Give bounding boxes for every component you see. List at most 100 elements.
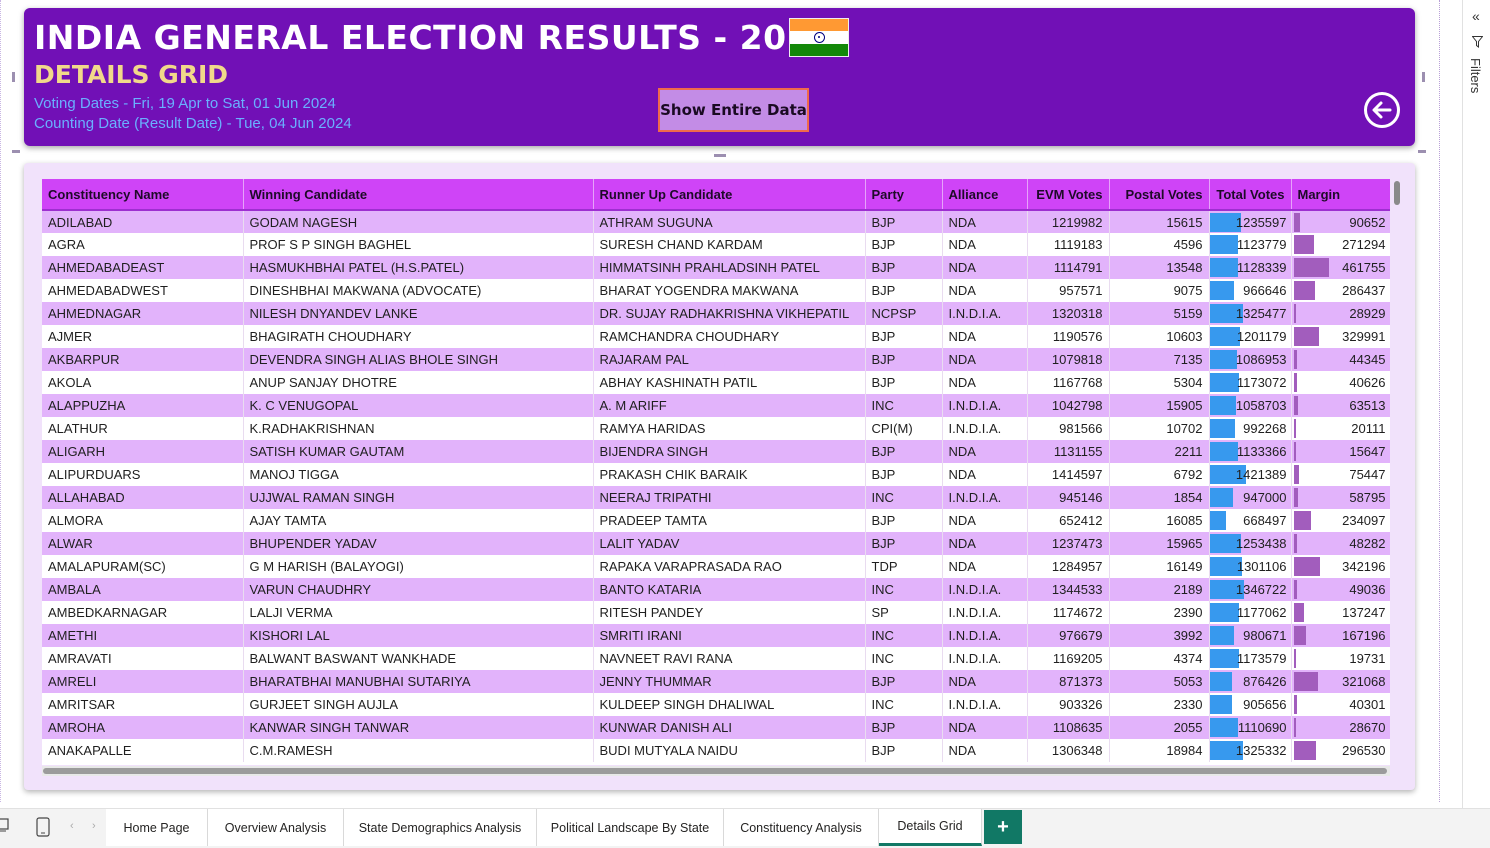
table-row[interactable]: AMRELI BHARATBHAI MANUBHAI SUTARIYA JENNY … — [42, 670, 1390, 693]
total-votes-bar — [1209, 419, 1235, 438]
chevron-right-icon[interactable]: › — [92, 820, 96, 832]
runner-up-candidate-cell: NEERAJ TRIPATHI — [593, 486, 866, 509]
table-row[interactable]: AKOLA ANUP SANJAY DHOTRE ABHAY KASHINATH P… — [42, 371, 1390, 394]
evm-votes-cell: 1190576 — [1027, 325, 1110, 348]
table-row[interactable]: AMRAVATI BALWANT BASWANT WANKHADE NAVNEET … — [42, 647, 1390, 670]
total-votes-cell: 1058703 — [1209, 394, 1292, 417]
margin-value: 137247 — [1342, 605, 1386, 620]
table-row[interactable]: ANAKAPALLE C.M.RAMESH BUDI MUTYALA NAIDU BJ… — [42, 739, 1390, 762]
total-votes-cell: 1133366 — [1209, 440, 1292, 463]
margin-value: 44345 — [1349, 352, 1386, 367]
postal-votes-cell: 2330 — [1109, 693, 1210, 716]
alliance-cell: NDA — [942, 348, 1028, 371]
column-header[interactable]: Total Votes — [1209, 179, 1292, 211]
filters-pane[interactable]: « Filters — [1462, 0, 1490, 808]
margin-value: 40626 — [1349, 375, 1386, 390]
margin-bar — [1293, 258, 1329, 277]
postal-votes-cell: 5159 — [1109, 302, 1210, 325]
evm-votes-cell: 903326 — [1027, 693, 1110, 716]
horizontal-scrollbar[interactable] — [42, 766, 1390, 776]
add-page-button[interactable]: + — [984, 810, 1022, 844]
margin-value: 28929 — [1349, 306, 1386, 321]
chevron-left-icon[interactable]: ‹ — [70, 820, 74, 832]
table-row[interactable]: AHMEDABADWEST DINESHBHAI MAKWANA (ADVOCAT… — [42, 279, 1390, 302]
column-header[interactable]: EVM Votes — [1027, 179, 1110, 211]
winning-candidate-cell: SATISH KUMAR GAUTAM — [243, 440, 594, 463]
table-row[interactable]: AHMEDABADEAST HASMUKHBHAI PATEL (H.S.PATE… — [42, 256, 1390, 279]
constituency-name-cell: ALLAHABAD — [42, 486, 244, 509]
back-arrow-button[interactable] — [1364, 92, 1400, 128]
table-body: ADILABAD GODAM NAGESH ATHRAM SUGUNA BJP NDA 1… — [42, 210, 1390, 762]
table-row[interactable]: ALATHUR K.RADHAKRISHNAN RAMYA HARIDAS CPI(M… — [42, 417, 1390, 440]
vertical-scrollbar[interactable] — [1392, 179, 1402, 765]
tab-political-landscape-by-state[interactable]: Political Landscape By State — [537, 809, 724, 846]
margin-value: 90652 — [1349, 214, 1386, 230]
column-header[interactable]: Runner Up Candidate — [593, 179, 866, 211]
constituency-name-cell: AGRA — [42, 233, 244, 256]
column-header[interactable]: Margin — [1291, 179, 1390, 211]
table-row[interactable]: ALIGARH SATISH KUMAR GAUTAM BIJENDRA SINGH… — [42, 440, 1390, 463]
table-row[interactable]: ALMORA AJAY TAMTA PRADEEP TAMTA BJP NDA 65241… — [42, 509, 1390, 532]
resize-handle[interactable] — [12, 150, 20, 153]
runner-up-candidate-cell: PRAKASH CHIK BARAIK — [593, 463, 866, 486]
table-row[interactable]: AMROHA KANWAR SINGH TANWAR KUNWAR DANISH A… — [42, 716, 1390, 739]
evm-votes-cell: 1284957 — [1027, 555, 1110, 578]
total-votes-cell: 1325477 — [1209, 302, 1292, 325]
tab-overview-analysis[interactable]: Overview Analysis — [208, 809, 344, 846]
party-cell: BJP — [865, 371, 943, 394]
table-row[interactable]: ALLAHABAD UJJWAL RAMAN SINGH NEERAJ TRIPAT… — [42, 486, 1390, 509]
table-row[interactable]: ALWAR BHUPENDER YADAV LALIT YADAV BJP NDA 123… — [42, 532, 1390, 555]
total-votes-value: 1173579 — [1236, 651, 1287, 666]
filters-label[interactable]: Filters — [1468, 58, 1483, 93]
table-row[interactable]: AGRA PROF S P SINGH BAGHEL SURESH CHAND KA… — [42, 233, 1390, 256]
table-row[interactable]: ALIPURDUARS MANOJ TIGGA PRAKASH CHIK BARAI… — [42, 463, 1390, 486]
winning-candidate-cell: ANUP SANJAY DHOTRE — [243, 371, 594, 394]
alliance-cell: NDA — [942, 210, 1028, 233]
constituency-name-cell: ALIGARH — [42, 440, 244, 463]
constituency-name-cell: ALIPURDUARS — [42, 463, 244, 486]
column-header[interactable]: Winning Candidate — [243, 179, 594, 211]
margin-cell: 167196 — [1291, 624, 1390, 647]
table-row[interactable]: ALAPPUZHA K. C VENUGOPAL A. M ARIFF INC I.N.… — [42, 394, 1390, 417]
table-row[interactable]: ADILABAD GODAM NAGESH ATHRAM SUGUNA BJP NDA 1… — [42, 210, 1390, 233]
scrollbar-thumb[interactable] — [43, 768, 1387, 774]
show-entire-data-button[interactable]: Show Entire Data — [658, 88, 809, 132]
table-row[interactable]: AHMEDNAGAR NILESH DNYANDEV LANKE DR. SUJAY… — [42, 302, 1390, 325]
scrollbar-thumb[interactable] — [1394, 181, 1400, 205]
mobile-layout-icon[interactable] — [36, 817, 50, 840]
table-row[interactable]: AMBALA VARUN CHAUDHRY BANTO KATARIA INC I.N.… — [42, 578, 1390, 601]
column-header[interactable]: Party — [865, 179, 943, 211]
resize-handle[interactable] — [1418, 150, 1426, 153]
tab-home-page[interactable]: Home Page — [106, 809, 208, 846]
margin-cell: 296530 — [1291, 739, 1390, 762]
column-header[interactable]: Alliance — [942, 179, 1028, 211]
tab-details-grid[interactable]: Details Grid — [879, 809, 982, 846]
margin-cell: 40301 — [1291, 693, 1390, 716]
total-votes-value: 1173072 — [1236, 375, 1287, 390]
table-row[interactable]: AMRITSAR GURJEET SINGH AUJLA KULDEEP SINGH… — [42, 693, 1390, 716]
resize-handle[interactable] — [12, 72, 15, 82]
tab-state-demographics-analysis[interactable]: State Demographics Analysis — [344, 809, 537, 846]
margin-bar — [1293, 488, 1298, 507]
collapse-chevrons-icon[interactable]: « — [1472, 8, 1480, 24]
column-header[interactable]: Postal Votes — [1109, 179, 1210, 211]
table-row[interactable]: AJMER BHAGIRATH CHOUDHARY RAMCHANDRA CHOUD… — [42, 325, 1390, 348]
resize-handle[interactable] — [1422, 72, 1425, 82]
table-row[interactable]: AMETHI KISHORI LAL SMRITI IRANI INC I.N.D.I.… — [42, 624, 1390, 647]
alliance-cell: NDA — [942, 371, 1028, 394]
total-votes-cell: 992268 — [1209, 417, 1292, 440]
total-votes-cell: 1201179 — [1209, 325, 1292, 348]
total-votes-cell: 1421389 — [1209, 463, 1292, 486]
tab-constituency-analysis[interactable]: Constituency Analysis — [724, 809, 879, 846]
winning-candidate-cell: G M HARISH (BALAYOGI) — [243, 555, 594, 578]
table-row[interactable]: AMALAPURAM(SC) G M HARISH (BALAYOGI) RAPAK… — [42, 555, 1390, 578]
table-row[interactable]: AMBEDKARNAGAR LALJI VERMA RITESH PANDEY SP I… — [42, 601, 1390, 624]
desktop-layout-icon[interactable] — [0, 817, 10, 836]
margin-cell: 28929 — [1291, 302, 1390, 325]
total-votes-value: 1235597 — [1235, 214, 1287, 230]
table-row[interactable]: AKBARPUR DEVENDRA SINGH ALIAS BHOLE SINGH… — [42, 348, 1390, 371]
column-header[interactable]: Constituency Name — [42, 179, 244, 211]
total-votes-bar — [1209, 695, 1233, 714]
resize-handle[interactable] — [714, 154, 726, 157]
total-votes-bar — [1209, 603, 1240, 622]
